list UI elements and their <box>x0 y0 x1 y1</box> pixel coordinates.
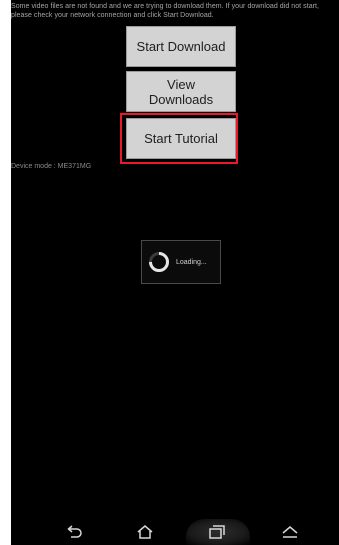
menu-icon[interactable] <box>281 524 299 540</box>
back-icon[interactable] <box>65 524 83 540</box>
highlight-box <box>120 113 238 164</box>
device-mode-label: Device mode : ME371MG <box>11 163 92 170</box>
loading-dialog: Loading... <box>141 240 221 284</box>
spinner-icon <box>149 252 169 272</box>
home-icon[interactable] <box>136 524 154 540</box>
system-nav-bar <box>11 519 339 545</box>
loading-text: Loading... <box>176 258 207 266</box>
download-notice: Some video files are not found and we ar… <box>11 3 320 19</box>
start-download-button[interactable]: Start Download <box>126 26 236 67</box>
app-screen: Some video files are not found and we ar… <box>11 0 339 519</box>
recent-apps-icon[interactable] <box>208 524 226 540</box>
view-downloads-button[interactable]: View Downloads <box>126 71 236 112</box>
